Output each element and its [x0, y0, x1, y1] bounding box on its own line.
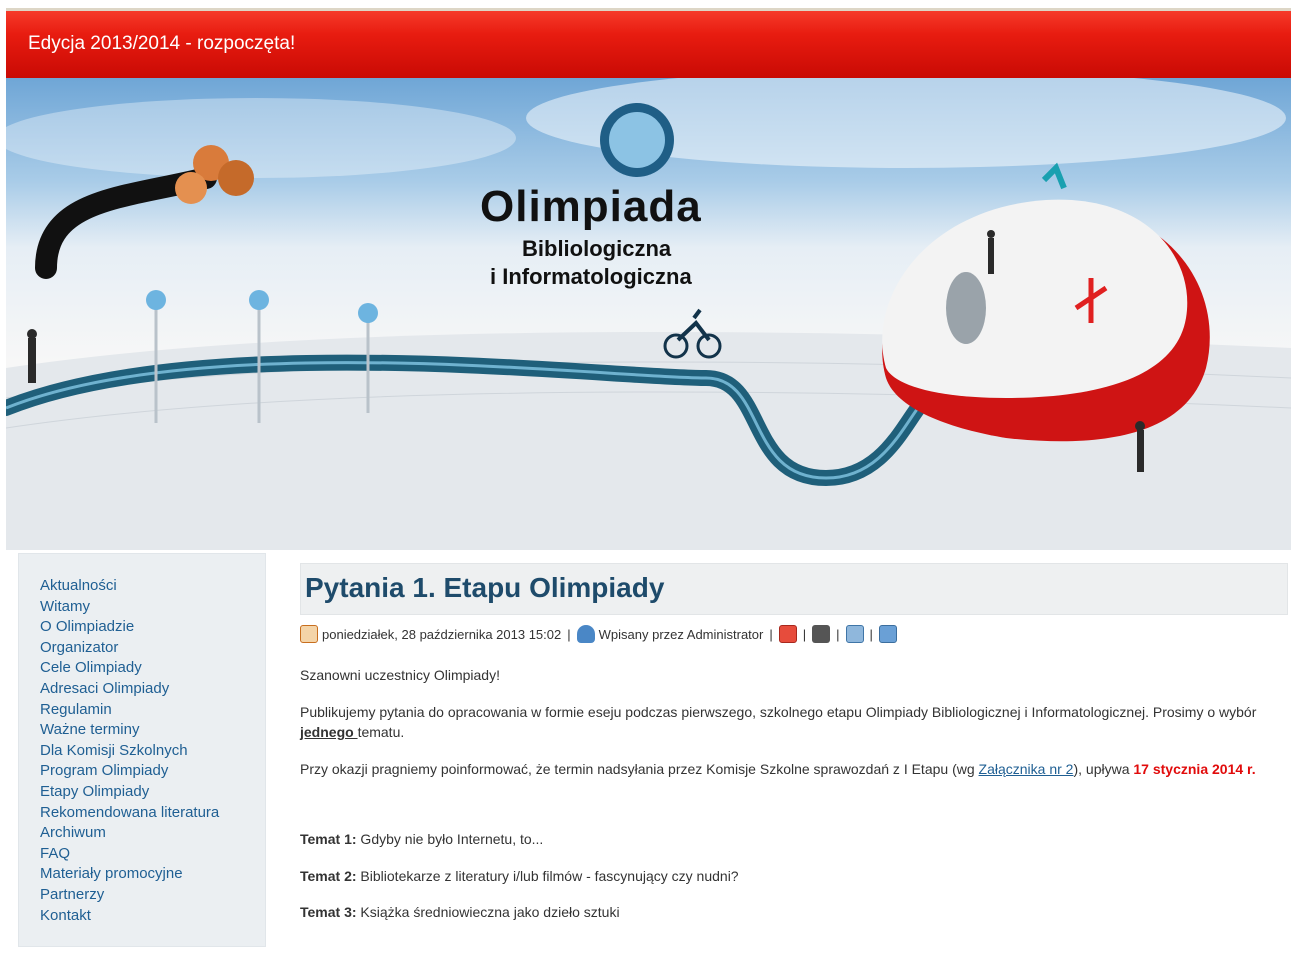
sidebar-item-literatura[interactable]: Rekomendowana literatura [40, 803, 219, 824]
meta-separator: | [769, 626, 773, 642]
meta-separator: | [869, 626, 873, 642]
sidebar-link[interactable]: O Olimpiadzie [40, 618, 134, 635]
topic-text: Bibliotekarze z literatury i/lub filmów … [356, 867, 739, 884]
topic-2: Temat 2: Bibliotekarze z literatury i/lu… [300, 866, 1288, 887]
banner-illustration [6, 78, 1291, 550]
print-icon[interactable] [812, 625, 831, 643]
edit-icon[interactable] [878, 625, 897, 643]
sidebar-link[interactable]: Rekomendowana literatura [40, 804, 219, 821]
calendar-icon [300, 625, 318, 643]
pdf-icon[interactable] [778, 625, 797, 643]
sidebar-link[interactable]: Partnerzy [40, 886, 104, 903]
sidebar-item-adresaci[interactable]: Adresaci Olimpiady [40, 679, 219, 700]
sidebar-link[interactable]: Adresaci Olimpiady [40, 680, 169, 697]
sidebar-item-cele[interactable]: Cele Olimpiady [40, 658, 219, 679]
article-date: poniedziałek, 28 października 2013 15:02 [322, 626, 562, 642]
sidebar-item-kontakt[interactable]: Kontakt [40, 906, 219, 927]
sidebar-link[interactable]: Ważne terminy [40, 721, 139, 738]
sidebar-item-organizator[interactable]: Organizator [40, 638, 219, 659]
topic-3: Temat 3: Książka średniowieczna jako dzi… [300, 902, 1288, 923]
sidebar-link[interactable]: Cele Olimpiady [40, 659, 142, 676]
sidebar-link[interactable]: Organizator [40, 639, 118, 656]
sidebar-link[interactable]: Dla Komisji Szkolnych [40, 742, 188, 759]
paragraph-text: Przy okazji pragniemy poinformować, że t… [300, 760, 979, 777]
announcement-text: Edycja 2013/2014 - rozpoczęta! [28, 33, 296, 54]
article-content: Pytania 1. Etapu Olimpiady poniedziałek,… [300, 563, 1288, 923]
sidebar-link[interactable]: Kontakt [40, 907, 91, 924]
article-paragraph-1: Publikujemy pytania do opracowania w for… [300, 702, 1288, 743]
top-announcement-bar: Edycja 2013/2014 - rozpoczęta! [6, 8, 1291, 78]
sidebar-item-komisje[interactable]: Dla Komisji Szkolnych [40, 741, 219, 762]
article-paragraph-2: Przy okazji pragniemy poinformować, że t… [300, 759, 1288, 780]
sidebar-item-aktualnosci[interactable]: Aktualności [40, 576, 219, 597]
sidebar-item-terminy[interactable]: Ważne terminy [40, 720, 219, 741]
sidebar-link[interactable]: Materiały promocyjne [40, 865, 183, 882]
sidebar-item-faq[interactable]: FAQ [40, 844, 219, 865]
topic-label: Temat 2: [300, 867, 357, 884]
sidebar-link[interactable]: Aktualności [40, 577, 117, 594]
sidebar-link[interactable]: Archiwum [40, 824, 106, 841]
sidebar-link[interactable]: Etapy Olimpiady [40, 783, 149, 800]
emphasis-text: jednego [300, 724, 358, 740]
sidebar-link[interactable]: Program Olimpiady [40, 762, 168, 779]
meta-separator: | [836, 626, 840, 642]
sidebar-link[interactable]: Witamy [40, 598, 90, 615]
deadline-text: 17 stycznia 2014 r. [1133, 760, 1256, 777]
topic-text: Książka średniowieczna jako dzieło sztuk… [356, 904, 620, 920]
topic-label: Temat 1: [300, 831, 357, 847]
email-icon[interactable] [845, 625, 864, 643]
sidebar-item-archiwum[interactable]: Archiwum [40, 823, 219, 844]
sidebar-item-partnerzy[interactable]: Partnerzy [40, 885, 219, 906]
sidebar-item-etapy[interactable]: Etapy Olimpiady [40, 782, 219, 803]
header-banner: Olimpiada Bibliologiczna i Informatologi… [6, 78, 1291, 550]
topic-label: Temat 3: [300, 904, 357, 920]
sidebar-link[interactable]: Regulamin [40, 701, 112, 718]
banner-subtitle-1: Bibliologiczna [522, 236, 672, 261]
paragraph-text: ), upływa [1073, 760, 1134, 777]
paragraph-text: tematu. [357, 724, 405, 740]
article-meta: poniedziałek, 28 października 2013 15:02… [300, 623, 1288, 645]
meta-separator: | [567, 626, 571, 642]
sidebar-item-regulamin[interactable]: Regulamin [40, 700, 219, 721]
meta-separator: | [802, 626, 807, 642]
sidebar-link[interactable]: FAQ [40, 845, 70, 862]
sidebar-item-program[interactable]: Program Olimpiady [40, 761, 219, 782]
topic-text: Gdyby nie było Internetu, to... [356, 831, 544, 847]
sidebar-menu: Aktualności Witamy O Olimpiadzie Organiz… [18, 553, 266, 947]
topic-1: Temat 1: Gdyby nie było Internetu, to... [300, 829, 1288, 850]
banner-title: Olimpiada [480, 182, 702, 231]
sidebar-item-o-olimpiadzie[interactable]: O Olimpiadzie [40, 617, 219, 638]
article-title: Pytania 1. Etapu Olimpiady [300, 563, 1288, 615]
sidebar-item-witamy[interactable]: Witamy [40, 597, 219, 618]
sidebar-nav-list: Aktualności Witamy O Olimpiadzie Organiz… [40, 576, 219, 926]
user-icon [576, 625, 595, 643]
paragraph-text: Publikujemy pytania do opracowania w for… [300, 703, 1257, 720]
sidebar-item-materialy[interactable]: Materiały promocyjne [40, 864, 219, 885]
article-author: Wpisany przez Administrator [598, 626, 764, 642]
attachment-link[interactable]: Załącznika nr 2 [979, 761, 1074, 777]
article-greeting: Szanowni uczestnicy Olimpiady! [300, 667, 500, 683]
banner-subtitle-2: i Informatologiczna [490, 264, 692, 289]
